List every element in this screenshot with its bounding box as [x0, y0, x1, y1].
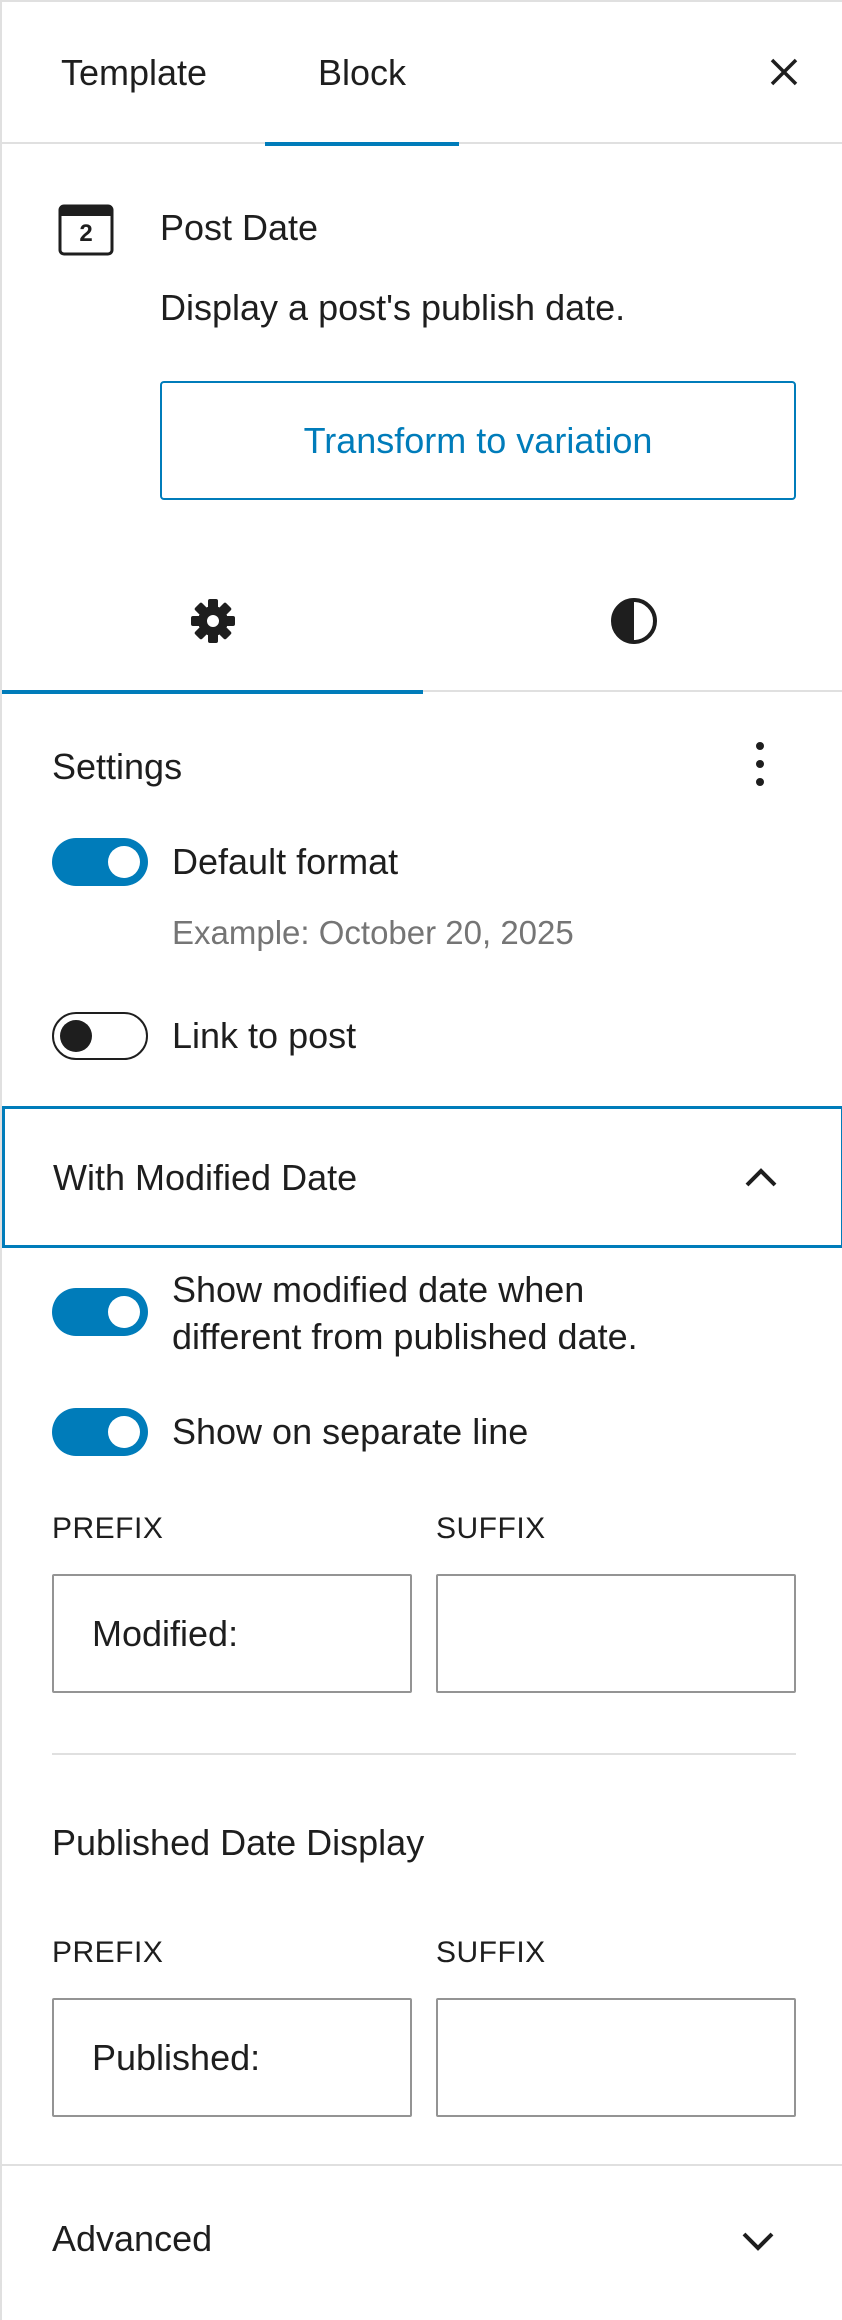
tab-styles[interactable] [423, 550, 842, 692]
close-sidebar-button[interactable] [764, 52, 804, 92]
contrast-icon [610, 598, 657, 644]
tab-settings[interactable] [2, 550, 423, 694]
with-modified-date-panel-toggle[interactable]: With Modified Date [2, 1106, 842, 1248]
published-suffix-label: SUFFIX [436, 1936, 546, 1969]
tab-block-label: Block [317, 52, 407, 93]
default-format-label: Default format [172, 841, 399, 882]
tab-template[interactable]: Template [24, 2, 244, 144]
block-inspector-sidebar: Template Block 2 Post Date Display a pos… [0, 0, 842, 2320]
default-format-toggle[interactable] [52, 838, 148, 886]
gear-icon [190, 599, 235, 643]
link-to-post-toggle[interactable] [52, 1012, 148, 1060]
published-date-display-title: Published Date Display [52, 1822, 425, 1863]
advanced-panel-toggle[interactable]: Advanced [2, 2166, 842, 2306]
published-prefix-label: PREFIX [52, 1936, 164, 1969]
advanced-title: Advanced [52, 2218, 213, 2259]
with-modified-date-title: With Modified Date [53, 1157, 358, 1198]
chevron-down-icon [742, 2232, 774, 2251]
show-separate-line-label: Show on separate line [172, 1411, 529, 1452]
tab-template-label: Template [60, 52, 208, 93]
published-prefix-input[interactable] [52, 1998, 412, 2117]
example-date-text: Example: October 20, 2025 [172, 914, 574, 951]
section-divider [52, 1753, 796, 1755]
settings-options-button[interactable] [740, 740, 780, 790]
modified-prefix-input[interactable] [52, 1574, 412, 1693]
published-suffix-input[interactable] [436, 1998, 796, 2117]
link-to-post-label: Link to post [172, 1015, 357, 1056]
modified-prefix-label: PREFIX [52, 1512, 164, 1545]
inspector-tabs [2, 550, 842, 694]
show-modified-date-label-line2: different from published date. [172, 1316, 638, 1357]
block-description: Display a post's publish date. [160, 287, 626, 328]
transform-to-variation-button[interactable]: Transform to variation [160, 381, 796, 500]
sidebar-tabs: Template Block [2, 2, 842, 146]
block-title: Post Date [160, 207, 319, 248]
modified-suffix-label: SUFFIX [436, 1512, 546, 1545]
show-modified-date-label-line1: Show modified date when [172, 1269, 585, 1310]
tab-block[interactable]: Block [265, 2, 459, 146]
show-modified-date-label: Show modified date when different from p… [172, 1266, 638, 1360]
chevron-up-icon [745, 1168, 777, 1187]
show-separate-line-toggle[interactable] [52, 1408, 148, 1456]
kebab-menu-icon [756, 742, 764, 786]
close-icon [770, 58, 798, 86]
show-modified-date-toggle[interactable] [52, 1288, 148, 1336]
calendar-icon-number: 2 [79, 220, 93, 247]
settings-title: Settings [52, 746, 183, 787]
modified-suffix-input[interactable] [436, 1574, 796, 1693]
